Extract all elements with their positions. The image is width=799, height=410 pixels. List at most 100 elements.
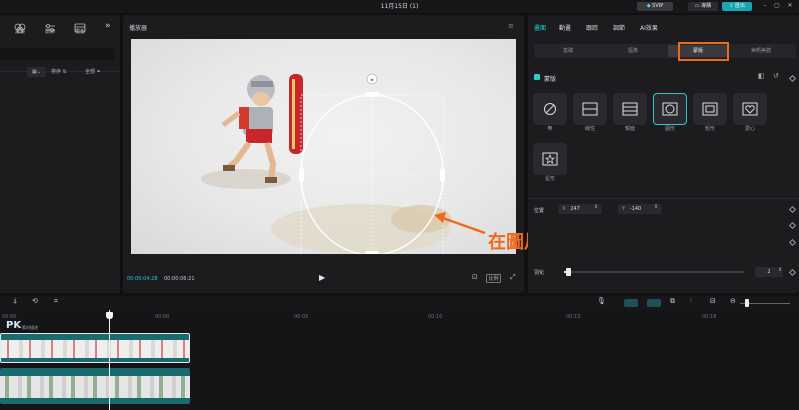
auto-snap-toggle[interactable]	[624, 299, 638, 307]
position-label: 位置	[534, 208, 545, 214]
fullscreen-icon[interactable]: ⤢	[510, 273, 516, 282]
keyframe-icon[interactable]	[788, 268, 797, 277]
more-chevron-icon[interactable]: »	[105, 21, 111, 31]
toolbar-item-adjust[interactable]: 調節	[35, 18, 65, 35]
menu-icon[interactable]: ≡	[508, 22, 514, 30]
tab-ai-effects[interactable]: AI效果	[640, 23, 658, 32]
stepper-x-icon[interactable]: ⇕	[594, 204, 598, 210]
linkage-toggle[interactable]	[647, 299, 661, 307]
zoom-out-icon[interactable]: ⊖	[730, 297, 736, 305]
mask-option-star[interactable]: 星形	[533, 143, 567, 182]
mask-label: 線性	[584, 126, 595, 132]
mask-option-none[interactable]: 無	[533, 93, 567, 132]
keyframe-icon[interactable]	[788, 205, 797, 214]
maximize-icon[interactable]: ▢	[773, 2, 781, 10]
timeline-ruler: 00:00 00:00 00:05 00:10 00:15 00:18	[0, 310, 799, 322]
sort-button[interactable]: 排序 ⇅	[51, 67, 79, 77]
svip-button[interactable]: ◆ SVIP	[637, 2, 673, 11]
keyframe-icon[interactable]	[788, 221, 797, 230]
divider	[528, 198, 799, 199]
keyframe-icon[interactable]	[788, 74, 797, 83]
fit-view-icon[interactable]: ⊡	[472, 273, 478, 281]
timeline-area: 00:00 00:00 00:05 00:10 00:15 00:18 PK 素…	[0, 310, 799, 410]
mask-option-mirror[interactable]: 鏡面	[613, 93, 647, 132]
toolbar-item-filter[interactable]: 濾鏡	[5, 18, 35, 35]
mask-option-circle[interactable]: 圓形	[653, 93, 687, 132]
zoom-slider-handle[interactable]	[745, 299, 749, 307]
reset-icon[interactable]: ↺	[773, 72, 779, 80]
member-button[interactable]: ▭ 導購	[688, 2, 718, 11]
toolbar-item-template[interactable]: 模板	[65, 18, 95, 35]
mask-label: 無	[547, 126, 553, 132]
inspector-panel: 畫面 動畫 跟踪 調節 AI效果 基礎 摳像 蒙版 美顏美體 蒙版 ◧ ↺ 無 …	[528, 15, 799, 293]
toolbar-label: 模板	[74, 29, 85, 35]
window-title: 11月15日 (1)	[380, 3, 419, 10]
none-mask-icon	[544, 103, 556, 115]
heart-mask-icon	[742, 102, 758, 116]
ratio-button[interactable]: 比例	[486, 274, 501, 283]
preview-axis-icon[interactable]: ⊟	[710, 297, 716, 305]
player-title: 播放器	[129, 25, 148, 32]
play-button[interactable]: ▶	[319, 273, 325, 282]
mask-option-linear[interactable]: 線性	[573, 93, 607, 132]
tab-animation[interactable]: 動畫	[559, 23, 571, 32]
mask-option-rectangle[interactable]: 矩形	[693, 93, 727, 132]
section-label: 蒙版	[544, 76, 557, 83]
link-icon[interactable]: ⧉	[670, 297, 675, 306]
crop-icon[interactable]: ⌗	[54, 297, 58, 306]
invert-icon[interactable]: ◧	[758, 72, 765, 80]
svg-text:»: »	[370, 76, 374, 84]
ruler-mark: 00:18	[702, 314, 717, 320]
all-filter-button[interactable]: 全部 ⏷	[85, 67, 113, 77]
subtab-beauty[interactable]: 美顏美體	[731, 45, 791, 57]
chevron-down-icon: ⌄	[36, 69, 41, 75]
diamond-icon: ◆	[646, 3, 651, 9]
feather-slider-track[interactable]	[564, 268, 744, 276]
tab-tracking[interactable]: 跟踪	[586, 23, 598, 32]
mask-checkbox[interactable]	[534, 74, 540, 80]
stepper-feather-icon[interactable]: ⇕	[778, 267, 782, 273]
ruler-mark: 00:10	[428, 314, 443, 320]
highlight-box	[678, 42, 729, 61]
clip-figures	[1, 340, 189, 358]
export-button[interactable]: ⇪ 匯出	[722, 2, 752, 11]
stepper-y-icon[interactable]: ⇕	[654, 204, 658, 210]
playhead-handle[interactable]	[106, 312, 113, 319]
subtab-basic[interactable]: 基礎	[538, 45, 598, 57]
track-logo: PK	[6, 320, 22, 331]
search-field[interactable]	[0, 48, 114, 60]
playhead[interactable]	[109, 310, 110, 410]
feather-slider-handle[interactable]	[565, 268, 571, 276]
linear-mask-icon	[582, 102, 598, 116]
reverse-icon[interactable]: ⟲	[32, 297, 38, 305]
mask-label: 星形	[544, 176, 555, 182]
inspector-tabs: 畫面 動畫 跟踪 調節 AI效果	[528, 15, 799, 40]
timeline-toolbar: ⍋ ⟲ ⌗ 🎙 ⧉ ⫶ ⊟ ⊖	[0, 296, 799, 310]
image-clip[interactable]	[0, 333, 190, 363]
keyframe-icon[interactable]	[788, 238, 797, 247]
track-sublabel: 素材描述	[22, 325, 38, 330]
ruler-mark: 00:00	[155, 314, 170, 320]
subtab-keying[interactable]: 摳像	[603, 45, 663, 57]
rectangle-mask-icon	[702, 102, 718, 116]
toolbar-label: 調節	[44, 29, 55, 35]
tab-adjust[interactable]: 調節	[613, 23, 625, 32]
mask-label: 圓形	[664, 126, 675, 132]
split-track-icon[interactable]: ⫶	[690, 297, 692, 306]
title-bar: 11月15日 (1) ◆ SVIP ▭ 導購 ⇪ 匯出 – ▢ ✕	[0, 0, 799, 13]
member-icon: ▭	[694, 3, 700, 9]
tab-picture[interactable]: 畫面	[534, 23, 546, 32]
minimize-icon[interactable]: –	[761, 2, 769, 10]
view-mode-dropdown[interactable]: ▦⌄	[27, 67, 46, 77]
mask-label: 鏡面	[624, 126, 635, 132]
mask-grid: 無 線性 鏡面 圓形 矩形 愛心 星形	[533, 93, 773, 193]
player-panel: 播放器 ≡ » 00:00:04:28 00:00:06:21 ▶ ⊡ 比例 ⤢	[123, 15, 524, 293]
split-icon[interactable]: ⍋	[13, 297, 17, 306]
feather-label: 羽化	[534, 270, 545, 276]
microphone-icon[interactable]: 🎙	[597, 297, 606, 305]
mask-option-heart[interactable]: 愛心	[733, 93, 767, 132]
template-icon	[74, 18, 86, 33]
media-panel: 濾鏡 調節 模板 » ▦⌄ 排序 ⇅ 全部 ⏷	[0, 15, 120, 293]
close-icon[interactable]: ✕	[786, 2, 794, 10]
video-clip[interactable]	[0, 368, 190, 404]
